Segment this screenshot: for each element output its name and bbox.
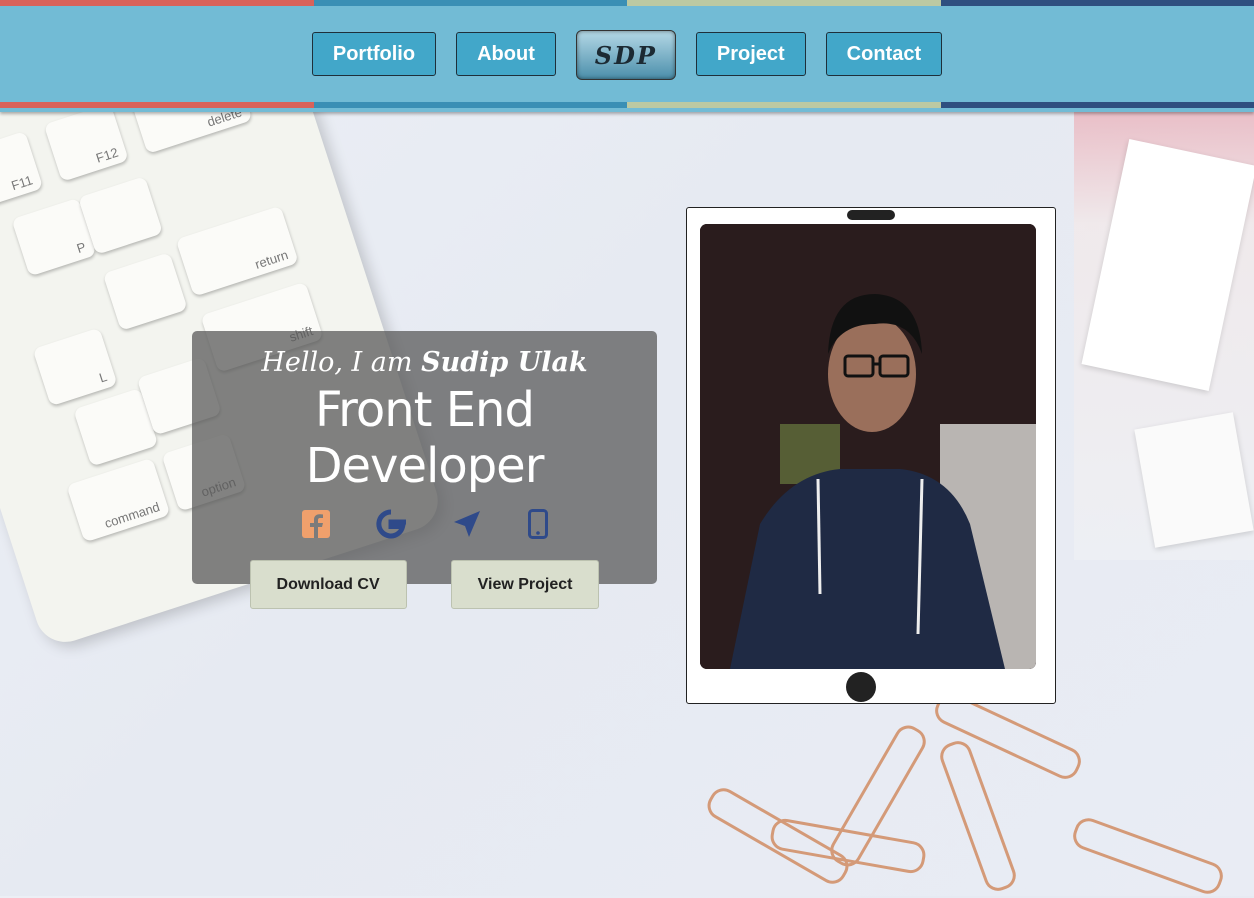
key-label: P: [74, 239, 88, 257]
color-stripe-bottom: [0, 102, 1254, 108]
key-label: return: [253, 247, 290, 272]
main-nav: Portfolio About SDP Project Contact: [0, 30, 1254, 80]
profile-photo: [700, 224, 1036, 669]
mobile-phone-icon[interactable]: [527, 508, 548, 544]
nav-portfolio-button[interactable]: Portfolio: [311, 32, 437, 76]
google-icon[interactable]: [375, 508, 407, 544]
hero-actions: Download CV View Project: [192, 560, 657, 609]
navbar: Portfolio About SDP Project Contact: [0, 0, 1254, 112]
site-logo[interactable]: SDP: [575, 30, 676, 80]
paperclip: [1069, 814, 1227, 898]
profile-photo-illustration: [700, 224, 1036, 669]
nav-project-button[interactable]: Project: [695, 32, 806, 76]
view-project-button[interactable]: View Project: [450, 560, 600, 609]
job-title: Front End Developer: [305, 382, 545, 494]
location-arrow-icon[interactable]: [452, 509, 482, 544]
key: return: [175, 205, 299, 297]
key-label: F11: [9, 172, 35, 194]
phone-frame: [686, 207, 1056, 704]
nav-contact-button[interactable]: Contact: [825, 32, 943, 76]
background-card: [1134, 412, 1254, 548]
paperclip: [936, 737, 1020, 895]
key: L: [32, 327, 118, 407]
key: command: [66, 457, 171, 543]
key: [102, 252, 188, 331]
key-label: L: [97, 369, 109, 386]
key-label: F12: [94, 144, 121, 166]
nav-about-button[interactable]: About: [456, 32, 556, 76]
phone-home-button: [846, 672, 876, 702]
download-cv-button[interactable]: Download CV: [249, 560, 407, 609]
phone-speaker: [847, 210, 895, 220]
greeting: Hello, I am Sudip Ulak: [192, 347, 657, 378]
intro-panel: Hello, I am Sudip Ulak Front End Develop…: [192, 331, 657, 609]
key: F11: [0, 130, 44, 210]
social-links: [192, 508, 657, 544]
facebook-icon[interactable]: [301, 509, 330, 543]
key: F12: [43, 103, 129, 182]
color-stripe-top: [0, 0, 1254, 6]
key-label: command: [102, 499, 162, 531]
greeting-prefix: Hello, I am: [261, 347, 413, 378]
developer-name: Sudip Ulak: [421, 347, 588, 378]
